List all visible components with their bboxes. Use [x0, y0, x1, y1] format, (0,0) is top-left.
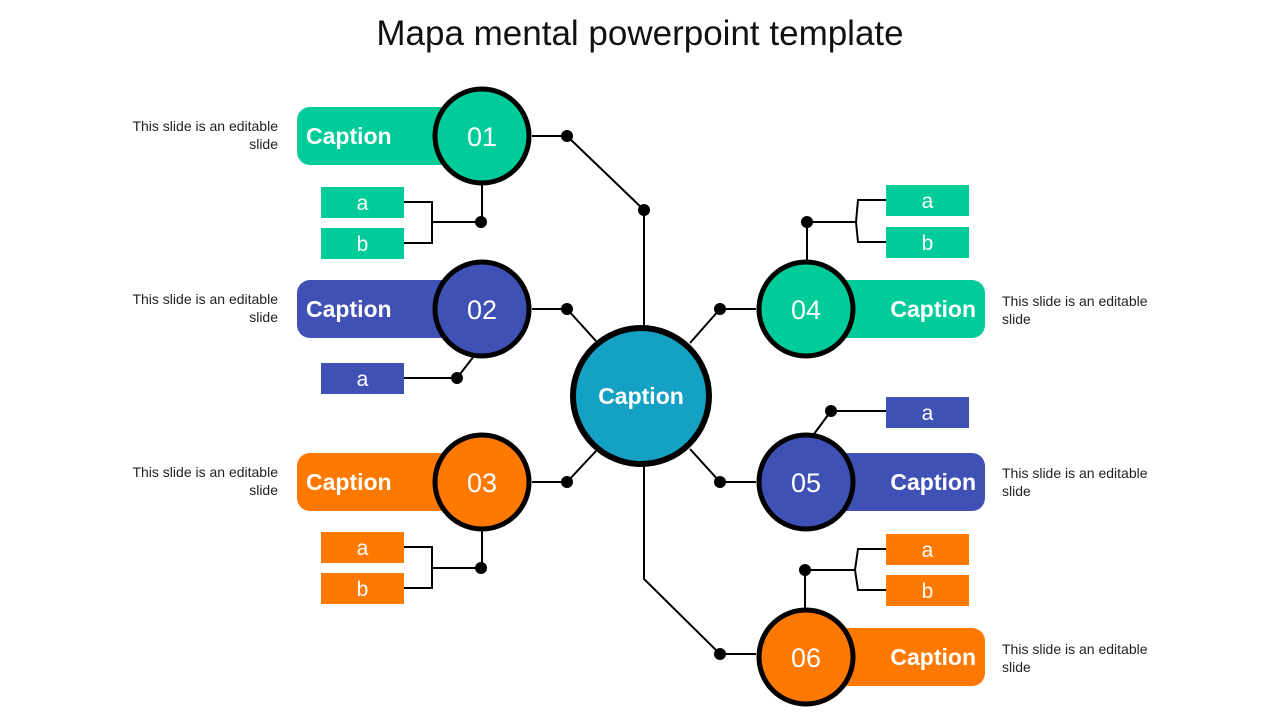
tag-branch-line [805, 548, 886, 571]
connector-dot [561, 303, 573, 315]
tag-label: b [922, 580, 934, 603]
node-description: This slide is an editable slide [132, 464, 278, 498]
connector-dot [638, 204, 650, 216]
connector-dot [714, 476, 726, 488]
tag-branch-line [404, 201, 481, 223]
caption-label: Caption [306, 123, 392, 149]
connector-dot [561, 476, 573, 488]
connector-center-to-06 [643, 460, 756, 655]
caption-label: Caption [306, 296, 392, 322]
tag-branch-line [855, 221, 886, 243]
node-number: 03 [467, 468, 497, 498]
caption-label: Caption [890, 644, 976, 670]
node-description: This slide is an editable slide [1002, 293, 1148, 327]
node-number: 04 [791, 295, 821, 325]
node-description: This slide is an editable slide [132, 291, 278, 325]
connector-dot [561, 130, 573, 142]
tag-label: a [357, 192, 369, 215]
node-description: This slide is an editable slide [1002, 641, 1148, 675]
connector-dot [714, 303, 726, 315]
center-caption-label: Caption [598, 383, 684, 409]
tag-branch-line [854, 569, 886, 591]
caption-label: Caption [890, 469, 976, 495]
tag-label: a [922, 190, 934, 213]
tag-label: b [922, 232, 934, 255]
tag-branch-line [404, 222, 433, 244]
caption-label: Caption [890, 296, 976, 322]
connector-dot [475, 562, 487, 574]
node-description: This slide is an editable slide [1002, 465, 1148, 499]
tag-label: a [357, 368, 369, 391]
connector-dot [475, 216, 487, 228]
node-description: This slide is an editable slide [132, 118, 278, 152]
tag-branch-line [807, 199, 886, 223]
caption-label: Caption [306, 469, 392, 495]
tag-label: b [357, 233, 369, 256]
node-number: 02 [467, 295, 497, 325]
tag-label: b [357, 578, 369, 601]
tag-branch-line [404, 568, 433, 589]
mind-map-diagram: abCaption 01aCaption 02abCaption 03abCaptio… [297, 86, 985, 707]
node-number: 05 [791, 468, 821, 498]
connector-dot [801, 216, 813, 228]
connector-dot [451, 372, 463, 384]
node-number: 01 [467, 122, 497, 152]
tag-branch-line [404, 546, 481, 569]
connector-dot [714, 648, 726, 660]
node-number: 06 [791, 643, 821, 673]
tag-label: a [922, 539, 934, 562]
tag-label: a [357, 537, 369, 560]
tag-label: a [922, 402, 934, 425]
connector-center-to-01 [532, 135, 645, 330]
connector-dot [825, 405, 837, 417]
connector-dot [799, 564, 811, 576]
